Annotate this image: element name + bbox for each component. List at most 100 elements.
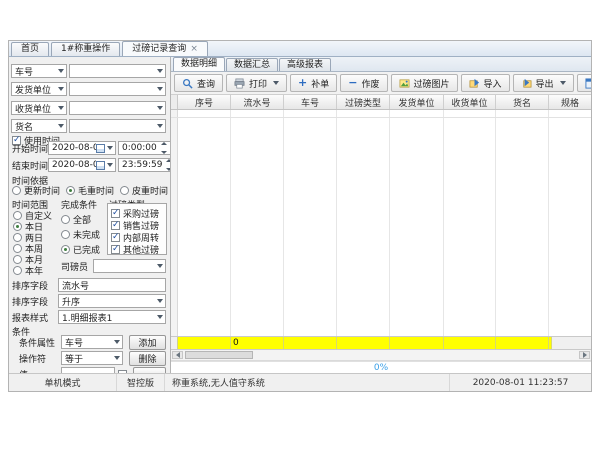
radio-finish-all[interactable]: 全部: [61, 212, 91, 226]
progress-bar: 0%: [171, 361, 591, 373]
report-style-combo[interactable]: 1.明细报表1: [58, 310, 166, 324]
radio-gross-time[interactable]: 毛重时间: [66, 184, 114, 197]
picture-icon: [399, 78, 410, 89]
status-mode: 单机模式: [9, 374, 117, 391]
tab-record-query-label: 过磅记录查询: [132, 43, 186, 56]
tab-record-query[interactable]: 过磅记录查询 ×: [122, 41, 208, 56]
checkbox-checked-icon: [111, 209, 120, 218]
scroll-right-icon[interactable]: [579, 351, 590, 359]
column-header-receiver[interactable]: 收货单位: [444, 95, 496, 109]
checkbox-checked-icon: [111, 233, 120, 242]
export-button[interactable]: 导出: [513, 74, 574, 92]
print-button[interactable]: 打印: [226, 74, 287, 92]
column-header-seq[interactable]: 序号: [178, 95, 231, 109]
goods-field-label: 货名: [15, 120, 33, 133]
main-content: 车号 发货单位 收货单位: [9, 57, 591, 373]
query-button[interactable]: 查询: [174, 74, 223, 92]
column-header-shipper[interactable]: 发货单位: [390, 95, 444, 109]
chevron-down-icon: [114, 340, 120, 344]
grid-body[interactable]: [171, 110, 591, 336]
radio-icon: [61, 215, 70, 224]
close-icon[interactable]: ×: [190, 45, 198, 54]
tab-weigh-operation[interactable]: 1#称重操作: [51, 42, 120, 56]
shipper-field-select[interactable]: 发货单位: [11, 82, 67, 96]
plus-icon: +: [298, 78, 307, 88]
horizontal-scrollbar[interactable]: [171, 350, 591, 361]
chevron-down-icon: [58, 69, 64, 73]
radio-range-year[interactable]: 本年: [13, 263, 43, 277]
status-datetime: 2020-08-01 11:23:57: [449, 374, 591, 391]
radio-icon: [120, 186, 129, 195]
minus-icon: −: [348, 78, 357, 88]
chevron-down-icon: [157, 299, 163, 303]
spinner-down-icon[interactable]: [161, 151, 167, 154]
end-time-label: 结束时间: [12, 159, 48, 172]
weigher-combo[interactable]: [93, 259, 166, 273]
radio-update-time[interactable]: 更新时间: [12, 184, 60, 197]
radio-finish-unfinished[interactable]: 未完成: [61, 227, 100, 241]
add-condition-button[interactable]: 添加: [129, 335, 166, 350]
scroll-left-icon[interactable]: [172, 351, 183, 359]
status-system-name: 称重系统,无人值守系统: [165, 374, 449, 391]
vehicle-field-select[interactable]: 车号: [11, 64, 67, 78]
delete-condition-button[interactable]: 删除: [129, 351, 166, 366]
grid-toolbar: 查询 打印 + 补单 − 作废 过磅图片: [171, 72, 591, 95]
vehicle-field-label: 车号: [15, 65, 33, 78]
column-header-spec[interactable]: 规格: [549, 95, 591, 109]
import-button[interactable]: 导入: [461, 74, 510, 92]
condition-attr-combo[interactable]: 车号: [61, 335, 123, 349]
spinner-up-icon[interactable]: [161, 142, 167, 145]
receiver-field-label: 收货单位: [15, 102, 51, 115]
radio-icon: [61, 230, 70, 239]
weigher-label: 司磅员: [61, 260, 93, 273]
vehicle-value-combo[interactable]: [69, 64, 166, 78]
condition-attr-label: 条件属性: [19, 336, 61, 349]
sort-order-combo[interactable]: 升序: [58, 294, 166, 308]
start-date-picker[interactable]: 2020-08-01: [48, 141, 116, 155]
data-panel: 数据明细 数据汇总 高级报表 查询 打印 + 补单: [171, 57, 591, 373]
tab-advanced-report[interactable]: 高级报表: [279, 58, 331, 71]
sort-field-input[interactable]: 流水号: [58, 278, 166, 292]
receiver-field-select[interactable]: 收货单位: [11, 101, 67, 115]
sort-order-row: 排序字段 升序: [12, 294, 166, 308]
settings-button[interactable]: 设置: [577, 74, 591, 92]
radio-finish-done[interactable]: 已完成: [61, 242, 100, 256]
query-filter-panel: 车号 发货单位 收货单位: [9, 57, 171, 373]
end-time-row: 结束时间 2020-08-01 23:59:59: [12, 158, 166, 172]
column-header-weigh-type[interactable]: 过磅类型: [337, 95, 390, 109]
column-header-goods[interactable]: 货名: [496, 95, 549, 109]
supplement-order-button[interactable]: + 补单: [290, 74, 337, 92]
import-icon: [469, 78, 480, 89]
calendar-icon: [96, 144, 105, 153]
end-time-value: 23:59:59: [122, 160, 162, 170]
checkbox-other-weigh[interactable]: 其他过磅: [111, 243, 159, 256]
goods-value-combo[interactable]: [69, 119, 166, 133]
condition-operator-combo[interactable]: 等于: [61, 351, 123, 365]
chevron-down-icon: [58, 106, 64, 110]
radio-selected-icon: [66, 186, 75, 195]
start-time-value: 0:00:00: [122, 143, 157, 153]
radio-selected-icon: [61, 245, 70, 254]
chevron-down-icon: [114, 356, 120, 360]
window-tab-strip: 首页 1#称重操作 过磅记录查询 ×: [9, 41, 591, 57]
end-time-spinner[interactable]: 23:59:59: [118, 158, 171, 172]
tab-home[interactable]: 首页: [11, 42, 49, 56]
void-button[interactable]: − 作废: [340, 74, 387, 92]
tab-data-detail[interactable]: 数据明细: [173, 57, 225, 71]
receiver-value-combo[interactable]: [69, 101, 166, 115]
weigh-photos-button[interactable]: 过磅图片: [391, 74, 458, 92]
shipper-value-combo[interactable]: [69, 82, 166, 96]
radio-tare-time[interactable]: 皮重时间: [120, 184, 168, 197]
tab-data-summary[interactable]: 数据汇总: [226, 58, 278, 71]
goods-field-select[interactable]: 货名: [11, 119, 67, 133]
start-time-spinner[interactable]: 0:00:00: [118, 141, 171, 155]
column-header-flow-no[interactable]: 流水号: [231, 95, 284, 109]
chevron-down-icon: [560, 81, 566, 85]
scrollbar-thumb[interactable]: [185, 351, 253, 359]
data-tab-strip: 数据明细 数据汇总 高级报表: [171, 57, 591, 72]
chevron-down-icon: [58, 124, 64, 128]
progress-value: 0%: [374, 363, 388, 373]
report-style-row: 报表样式 1.明细报表1: [12, 310, 166, 324]
end-date-picker[interactable]: 2020-08-01: [48, 158, 116, 172]
column-header-vehicle[interactable]: 车号: [284, 95, 337, 109]
